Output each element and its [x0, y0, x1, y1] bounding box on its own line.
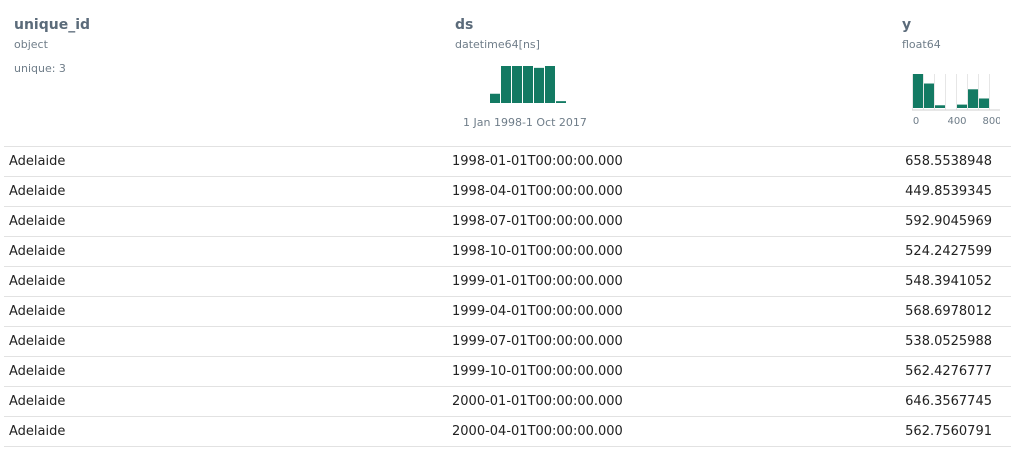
cell-unique-id: Adelaide: [9, 304, 66, 319]
column-name: y: [902, 17, 912, 33]
column-name: unique_id: [14, 17, 91, 33]
cell-unique-id: Adelaide: [9, 334, 66, 349]
cell-ds: 2000-01-01T00:00:00.000: [452, 394, 623, 409]
cell-y: 538.0525988: [905, 334, 992, 349]
cell-unique-id: Adelaide: [9, 154, 66, 169]
cell-ds: 1999-04-01T00:00:00.000: [452, 304, 623, 319]
histogram-bar: [556, 101, 566, 103]
cell-y: 548.3941052: [905, 274, 992, 289]
ds-histogram: [490, 66, 566, 103]
cell-ds: 1999-07-01T00:00:00.000: [452, 334, 623, 349]
cell-ds: 1999-01-01T00:00:00.000: [452, 274, 623, 289]
table-row[interactable]: Adelaide 1998-10-01T00:00:00.000 524.24275…: [4, 237, 1011, 267]
table-body: Adelaide 1998-01-01T00:00:00.000 658.55389…: [4, 147, 1011, 447]
table-row[interactable]: Adelaide 1999-01-01T00:00:00.000 548.39410…: [4, 267, 1011, 297]
histogram-bar: [935, 105, 945, 108]
y-histogram: 0 400 800: [912, 74, 1000, 127]
table-row[interactable]: Adelaide 1998-01-01T00:00:00.000 658.55389…: [4, 147, 1011, 177]
histogram-bar: [534, 67, 544, 103]
table-row[interactable]: Adelaide 1999-04-01T00:00:00.000 568.69780…: [4, 297, 1011, 327]
cell-ds: 1998-04-01T00:00:00.000: [452, 184, 623, 199]
column-dtype: datetime64[ns]: [455, 38, 540, 51]
cell-unique-id: Adelaide: [9, 394, 66, 409]
table-row[interactable]: Adelaide 1999-07-01T00:00:00.000 538.05259…: [4, 327, 1011, 357]
table-row[interactable]: Adelaide 1998-07-01T00:00:00.000 592.90459…: [4, 207, 1011, 237]
table-row[interactable]: Adelaide 2000-04-01T00:00:00.000 562.75607…: [4, 417, 1011, 447]
cell-unique-id: Adelaide: [9, 274, 66, 289]
table-row[interactable]: Adelaide 2000-01-01T00:00:00.000 646.35677…: [4, 387, 1011, 417]
cell-y: 658.5538948: [905, 154, 992, 169]
column-dtype: float64: [902, 38, 941, 51]
histogram-bar: [512, 66, 522, 103]
cell-ds: 1999-10-01T00:00:00.000: [452, 364, 623, 379]
cell-ds: 1998-01-01T00:00:00.000: [452, 154, 623, 169]
cell-ds: 1998-10-01T00:00:00.000: [452, 244, 623, 259]
cell-y: 592.9045969: [905, 214, 992, 229]
cell-y: 449.8539345: [905, 184, 992, 199]
cell-unique-id: Adelaide: [9, 424, 66, 439]
column-header-ds[interactable]: ds datetime64[ns]: [455, 5, 655, 52]
histogram-bar: [968, 89, 978, 108]
histogram-bar: [545, 66, 555, 103]
histogram-tick-label: 800: [982, 116, 1000, 127]
dataframe-table: unique_id object unique: 3 ds datetime64…: [0, 0, 1011, 451]
cell-y: 562.4276777: [905, 364, 992, 379]
histogram-bar: [924, 83, 934, 108]
cell-y: 562.7560791: [905, 424, 992, 439]
cell-ds: 2000-04-01T00:00:00.000: [452, 424, 623, 439]
cell-y: 524.2427599: [905, 244, 992, 259]
histogram-bar: [523, 66, 533, 103]
histogram-bar: [501, 66, 511, 103]
column-name: ds: [455, 17, 474, 33]
cell-unique-id: Adelaide: [9, 214, 66, 229]
table-header: unique_id object unique: 3 ds datetime64…: [4, 5, 1011, 147]
column-dtype: object: [14, 38, 48, 51]
histogram-bar: [957, 104, 967, 108]
cell-y: 646.3567745: [905, 394, 992, 409]
cell-y: 568.6978012: [905, 304, 992, 319]
cell-unique-id: Adelaide: [9, 364, 66, 379]
histogram-tick-label: 0: [913, 116, 919, 127]
cell-unique-id: Adelaide: [9, 184, 66, 199]
cell-ds: 1998-07-01T00:00:00.000: [452, 214, 623, 229]
column-header-y[interactable]: y float64: [902, 5, 1007, 52]
histogram-bar: [490, 93, 500, 103]
cell-unique-id: Adelaide: [9, 244, 66, 259]
table-row[interactable]: Adelaide 1998-04-01T00:00:00.000 449.85393…: [4, 177, 1011, 207]
unique-count: unique: 3: [14, 62, 66, 75]
column-header-unique-id[interactable]: unique_id object unique: 3: [14, 5, 90, 76]
histogram-tick-label: 400: [947, 116, 966, 127]
histogram-bar: [913, 74, 923, 108]
table-row[interactable]: Adelaide 1999-10-01T00:00:00.000 562.42767…: [4, 357, 1011, 387]
ds-range-label: 1 Jan 1998-1 Oct 2017: [463, 116, 587, 129]
histogram-bar: [979, 98, 989, 108]
